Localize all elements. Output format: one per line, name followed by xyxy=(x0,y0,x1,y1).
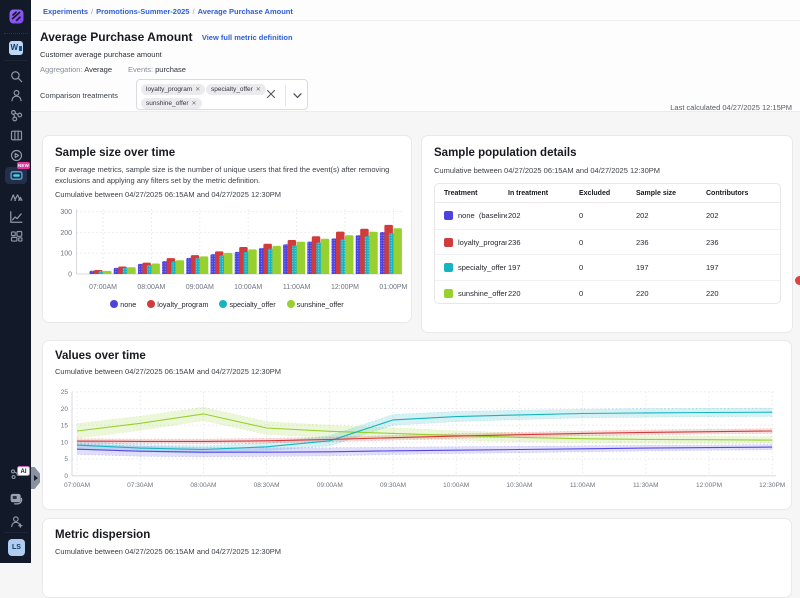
svg-text:12:30PM: 12:30PM xyxy=(759,482,785,489)
svg-text:20: 20 xyxy=(61,406,69,413)
svg-text:11:00AM: 11:00AM xyxy=(283,284,311,291)
svg-text:07:00AM: 07:00AM xyxy=(89,284,117,291)
svg-text:07:00AM: 07:00AM xyxy=(64,482,90,489)
svg-text:12:00PM: 12:00PM xyxy=(331,284,359,291)
svg-text:25: 25 xyxy=(61,389,69,396)
svg-text:10: 10 xyxy=(61,439,69,446)
svg-text:07:30AM: 07:30AM xyxy=(127,482,153,489)
svg-text:100: 100 xyxy=(60,251,72,258)
svg-text:10:00AM: 10:00AM xyxy=(234,284,262,291)
svg-text:08:00AM: 08:00AM xyxy=(190,482,216,489)
svg-text:15: 15 xyxy=(61,423,69,430)
svg-text:08:00AM: 08:00AM xyxy=(137,284,165,291)
svg-text:09:30AM: 09:30AM xyxy=(380,482,406,489)
svg-text:12:00PM: 12:00PM xyxy=(696,482,722,489)
svg-text:08:30AM: 08:30AM xyxy=(254,482,280,489)
svg-text:200: 200 xyxy=(60,230,72,237)
svg-text:11:00AM: 11:00AM xyxy=(570,482,596,489)
svg-text:5: 5 xyxy=(64,456,68,463)
svg-text:11:30AM: 11:30AM xyxy=(633,482,659,489)
svg-text:0: 0 xyxy=(68,272,72,279)
svg-text:0: 0 xyxy=(64,473,68,480)
svg-text:300: 300 xyxy=(60,209,72,216)
svg-text:10:30AM: 10:30AM xyxy=(506,482,532,489)
svg-text:09:00AM: 09:00AM xyxy=(186,284,214,291)
svg-text:01:00PM: 01:00PM xyxy=(379,284,407,291)
svg-text:10:00AM: 10:00AM xyxy=(443,482,469,489)
svg-text:09:00AM: 09:00AM xyxy=(317,482,343,489)
